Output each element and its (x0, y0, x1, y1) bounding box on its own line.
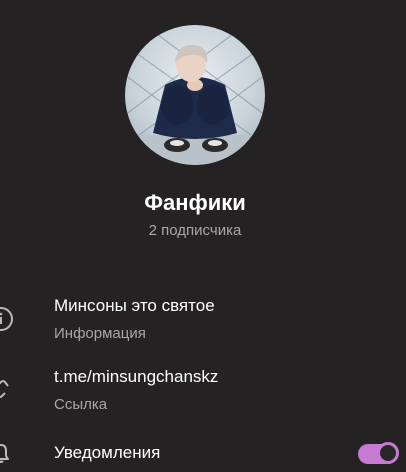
channel-description[interactable]: Минсоны это святое (54, 296, 215, 316)
notifications-toggle[interactable] (358, 442, 399, 464)
channel-avatar[interactable] (125, 25, 265, 165)
notifications-label: Уведомления (54, 443, 161, 462)
toggle-knob (377, 442, 399, 464)
bell-icon (0, 444, 9, 463)
subscriber-count: 2 подписчика (148, 222, 242, 239)
info-icon (0, 307, 13, 331)
description-label: Информация (54, 325, 146, 342)
channel-link[interactable]: t.me/minsungchanskz (54, 367, 218, 387)
avatar-photo (125, 25, 265, 165)
channel-title: Фанфики (144, 190, 246, 215)
link-icon (0, 380, 9, 398)
link-label: Ссылка (54, 396, 108, 413)
